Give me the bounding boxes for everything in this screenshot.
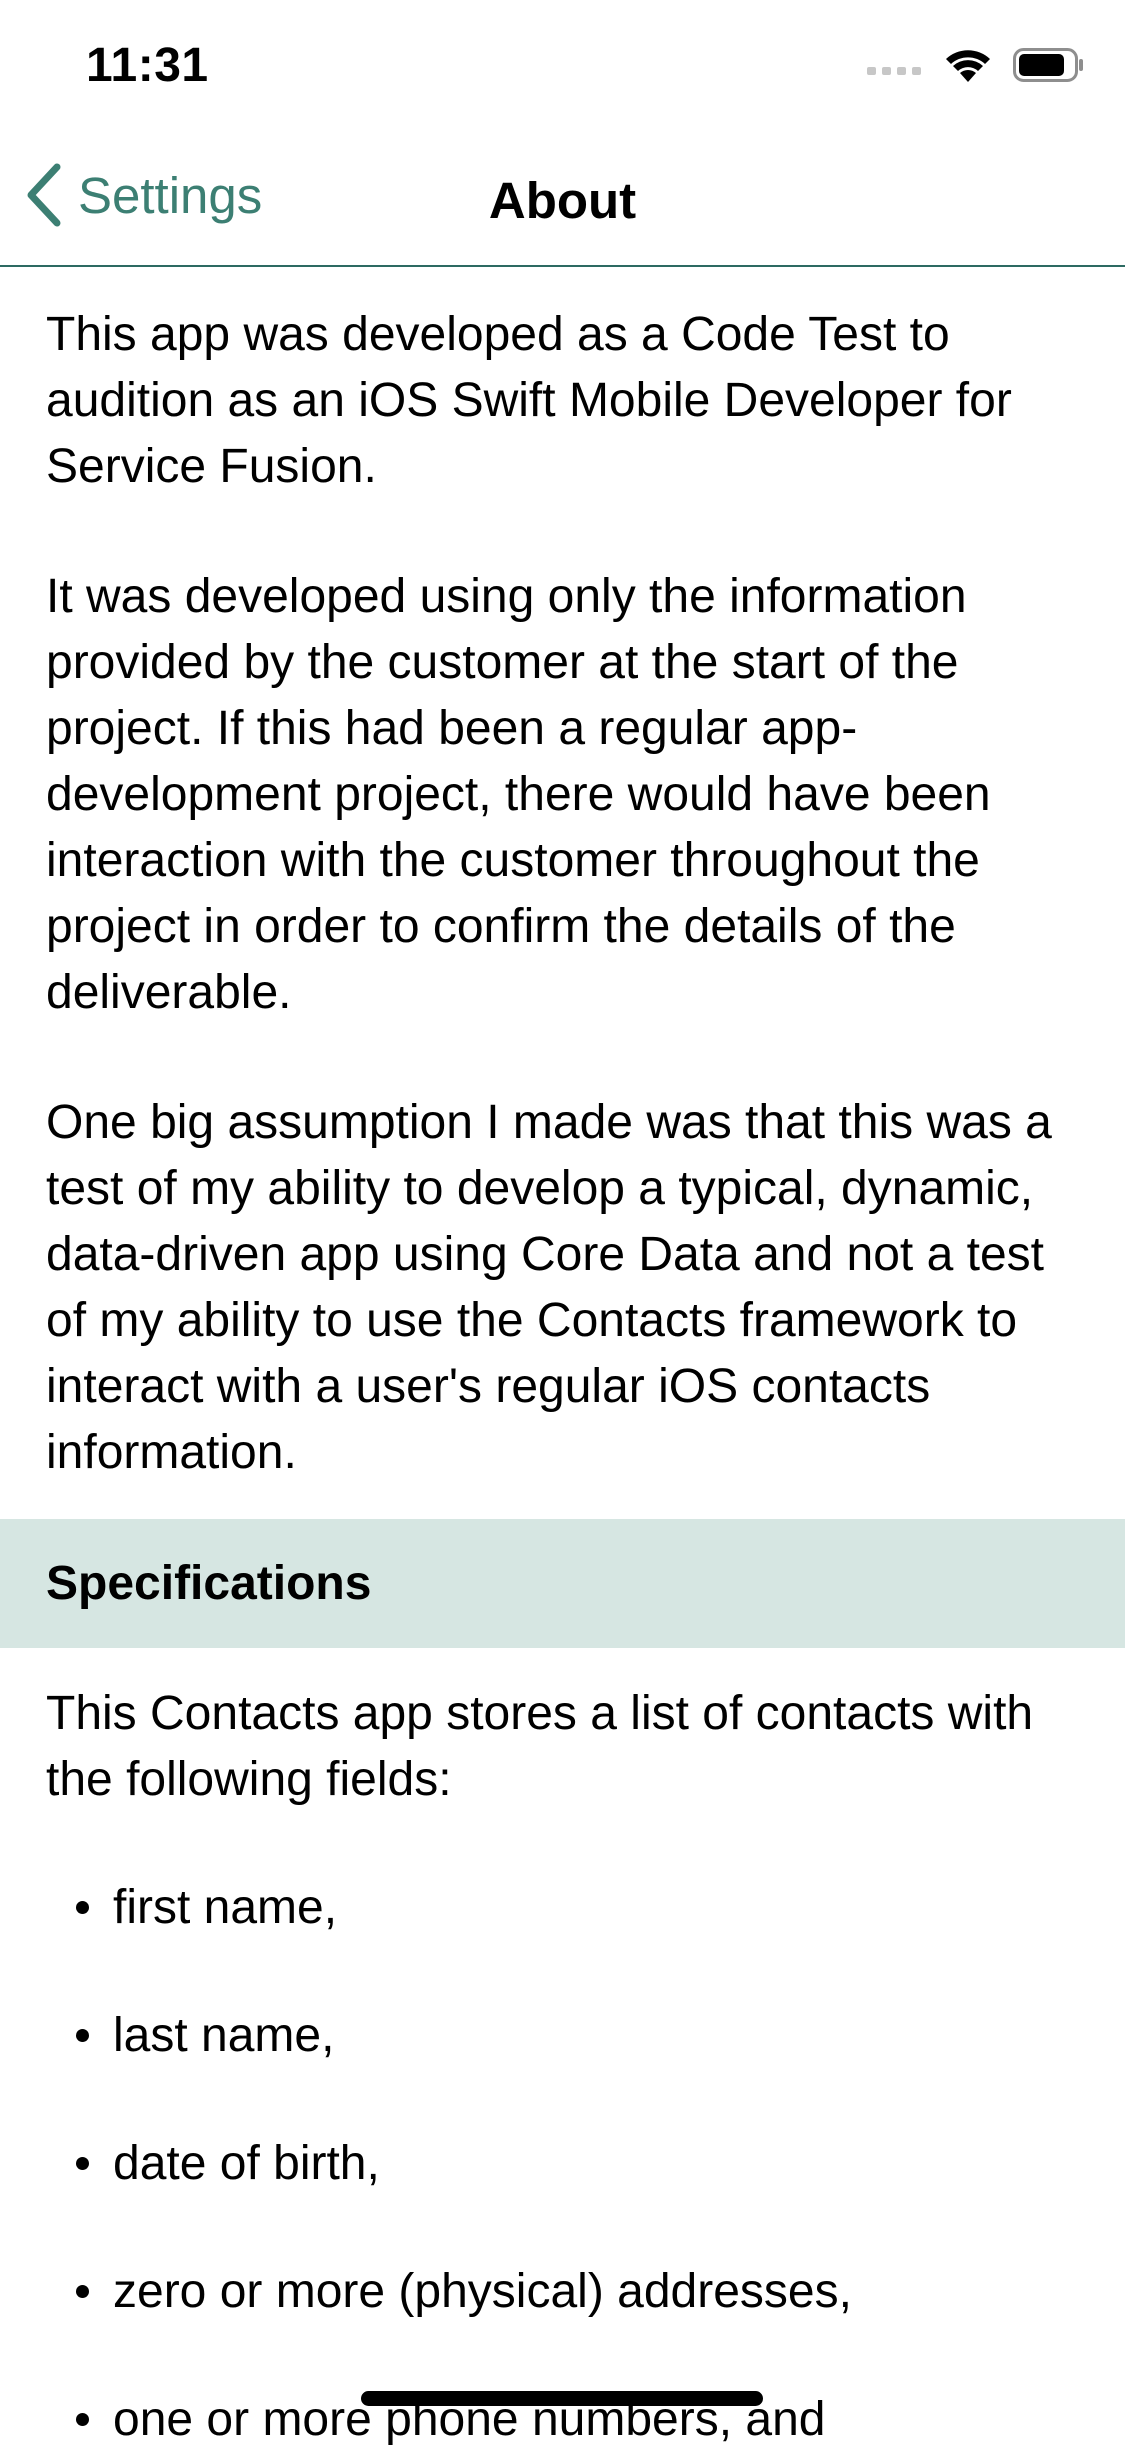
bullet-icon: [76, 1901, 89, 1914]
bullet-icon: [76, 2157, 89, 2170]
list-item-text: date of birth,: [113, 2137, 380, 2190]
about-paragraph-1: This app was developed as a Code Test to…: [46, 308, 1012, 493]
battery-icon: [1013, 48, 1083, 82]
bullet-icon: [76, 2029, 89, 2042]
list-item: last name,: [0, 2003, 1125, 2069]
fields-list: first name, last name, date of birth, ze…: [0, 1875, 1125, 2453]
status-icons: [867, 48, 1085, 82]
list-item-text: first name,: [113, 1881, 338, 1934]
list-item: date of birth,: [0, 2131, 1125, 2197]
about-content[interactable]: This app was developed as a Code Test to…: [0, 267, 1125, 2453]
bullet-icon: [76, 2285, 89, 2298]
about-paragraph-2: It was developed using only the informat…: [46, 570, 991, 1019]
section-header-specifications: Specifications: [0, 1519, 1125, 1648]
wifi-icon: [946, 50, 990, 82]
status-time: 11:31: [86, 39, 209, 92]
about-paragraph-3: One big assumption I made was that this …: [46, 1096, 1052, 1479]
list-item-text: zero or more (physical) addresses,: [113, 2265, 852, 2318]
list-item: zero or more (physical) addresses,: [0, 2259, 1125, 2325]
spec-intro: This Contacts app stores a list of conta…: [46, 1687, 1034, 1806]
status-bar: 11:31: [0, 0, 1125, 135]
bullet-icon: [76, 2413, 89, 2426]
page-title: About: [488, 172, 637, 229]
home-indicator[interactable]: [361, 2391, 763, 2406]
cellular-signal-icon: [867, 67, 921, 75]
list-item-text: last name,: [113, 2009, 335, 2062]
navigation-bar: Settings About: [0, 135, 1125, 267]
list-item: first name,: [0, 1875, 1125, 1941]
